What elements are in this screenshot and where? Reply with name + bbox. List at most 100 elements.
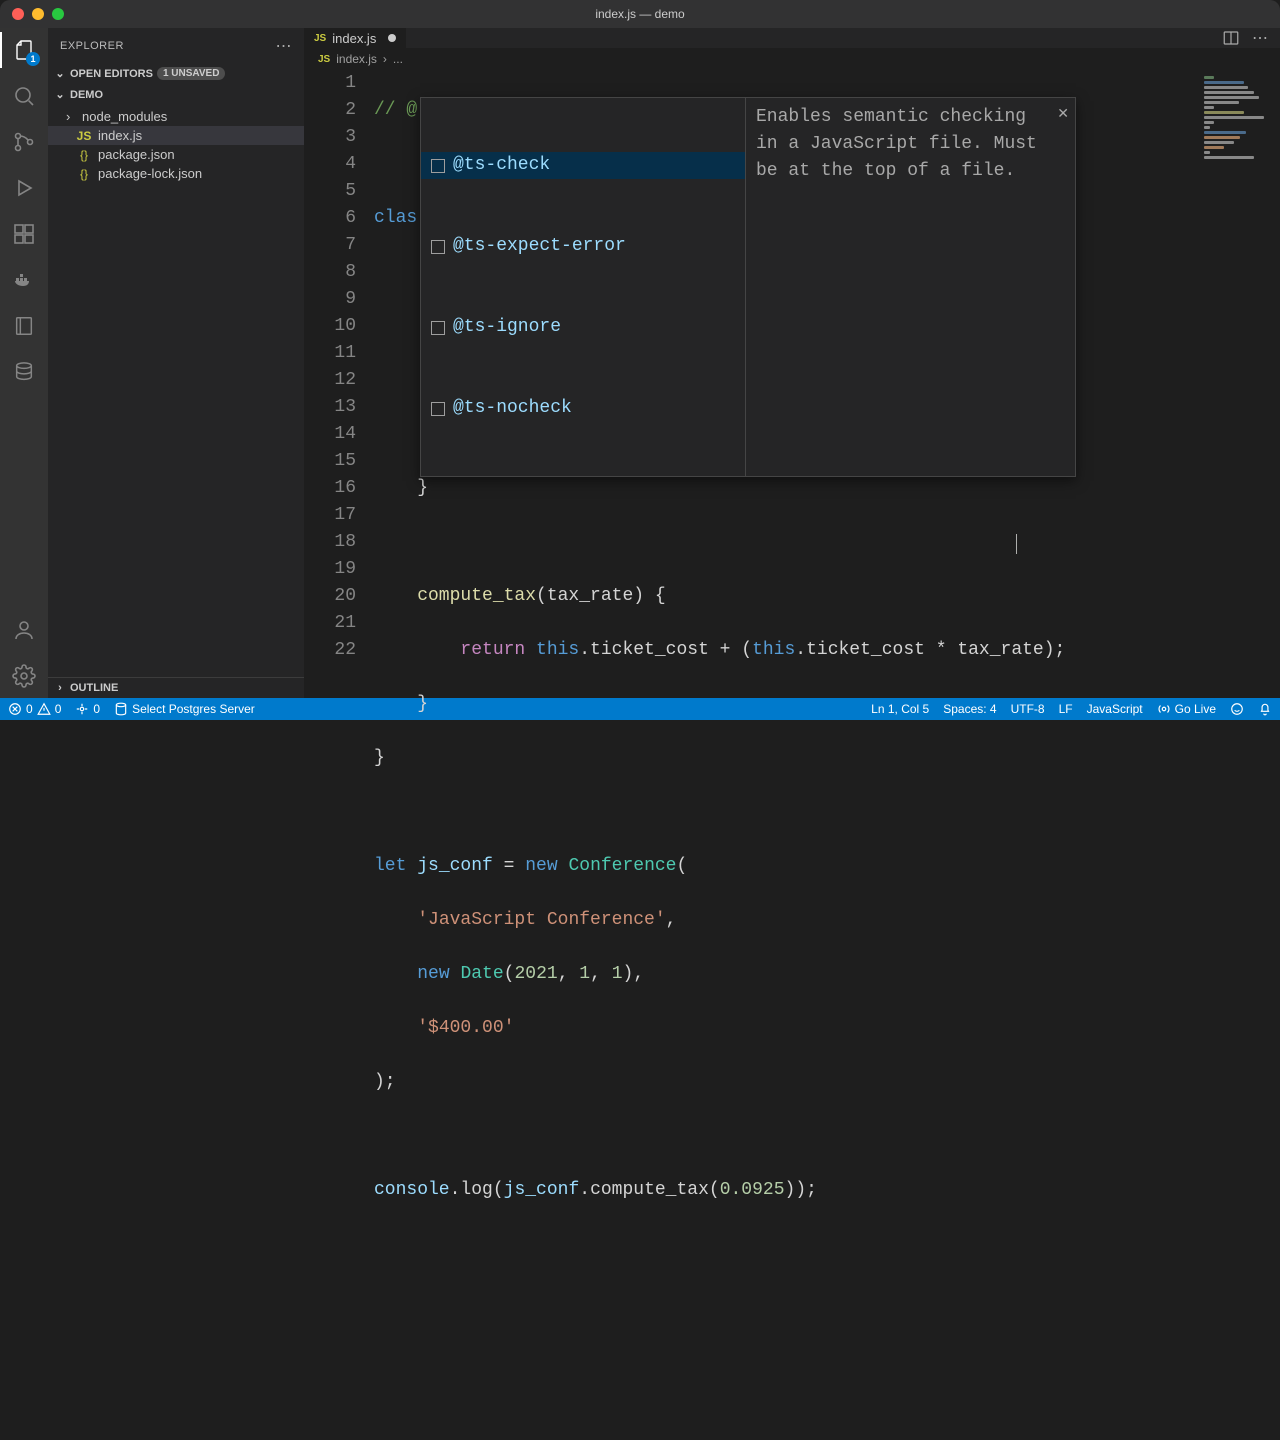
outline-section[interactable]: › OUTLINE <box>48 677 304 698</box>
code-text: .log( <box>450 1180 504 1200</box>
tab-label: index.js <box>332 31 376 46</box>
maximize-window-button[interactable] <box>52 8 64 20</box>
minimap[interactable] <box>1190 70 1280 1440</box>
search-icon[interactable] <box>10 82 38 110</box>
code-text: return <box>374 640 536 660</box>
sidebar-header: EXPLORER ⋯ <box>48 28 304 63</box>
suggest-item-ts-ignore[interactable]: @ts-ignore <box>421 314 745 341</box>
gutter: 12345678910111213141516171819202122 <box>304 70 374 1440</box>
suggest-label: @ts-ignore <box>453 314 561 341</box>
code-text: (tax_rate) { <box>536 586 666 606</box>
code-text: '$400.00' <box>417 1018 514 1038</box>
close-icon[interactable]: ✕ <box>1057 102 1069 129</box>
sidebar-title: EXPLORER <box>60 40 124 52</box>
close-window-button[interactable] <box>12 8 24 20</box>
breadcrumb-rest: ... <box>393 52 403 66</box>
explorer-icon[interactable]: 1 <box>10 36 38 64</box>
outline-label: OUTLINE <box>70 682 118 694</box>
tree-file-package-lock-json[interactable]: {} package-lock.json <box>48 164 304 183</box>
chevron-down-icon: ⌄ <box>54 67 66 80</box>
window-controls <box>0 8 64 20</box>
debug-icon[interactable] <box>10 174 38 202</box>
scm-icon[interactable] <box>10 128 38 156</box>
tree-file-index-js[interactable]: JS index.js <box>48 126 304 145</box>
status-errors: 0 <box>26 702 33 716</box>
tree-item-label: index.js <box>98 128 142 143</box>
status-ports[interactable]: 0 <box>75 702 100 716</box>
minimize-window-button[interactable] <box>32 8 44 20</box>
code-text: compute_tax <box>374 586 536 606</box>
code-text: .ticket_cost * tax_rate); <box>795 640 1065 660</box>
suggest-doc-text: Enables semantic checking in a JavaScrip… <box>756 107 1037 181</box>
split-editor-icon[interactable] <box>1222 29 1240 47</box>
code-text: .compute_tax( <box>579 1180 719 1200</box>
file-tree: › node_modules JS index.js {} package.js… <box>48 105 304 185</box>
code-text <box>374 910 417 930</box>
suggest-item-ts-expect-error[interactable]: @ts-expect-error <box>421 233 745 260</box>
code-text <box>374 964 417 984</box>
activity-bar: 1 <box>0 28 48 698</box>
tree-folder-node-modules[interactable]: › node_modules <box>48 107 304 126</box>
code-text: , <box>558 964 580 984</box>
code-text: new <box>417 964 460 984</box>
code-text: let <box>374 856 417 876</box>
book-icon[interactable] <box>10 312 38 340</box>
tree-item-label: package.json <box>98 147 175 162</box>
unsaved-badge: 1 UNSAVED <box>157 67 226 80</box>
code-text: , <box>666 910 677 930</box>
code-text: ( <box>677 856 688 876</box>
suggest-widget: @ts-check @ts-expect-error @ts-ignore <box>420 97 1076 477</box>
code-text: this <box>752 640 795 660</box>
js-file-icon: JS <box>76 129 92 143</box>
code-text: @ <box>406 100 417 120</box>
code-text: ( <box>504 964 515 984</box>
code-text: Date <box>460 964 503 984</box>
editor-group: JS index.js ⋯ JS index.js › ... 12345678… <box>304 28 1280 698</box>
open-editors-section[interactable]: ⌄ OPEN EDITORS 1 UNSAVED <box>48 63 304 84</box>
suggest-item-ts-check[interactable]: @ts-check <box>421 152 745 179</box>
code-text: } <box>374 694 428 714</box>
code-text: clas <box>374 208 417 228</box>
snippet-icon <box>431 402 445 416</box>
tree-file-package-json[interactable]: {} package.json <box>48 145 304 164</box>
code-editor[interactable]: 12345678910111213141516171819202122 // @… <box>304 70 1280 1440</box>
tree-item-label: package-lock.json <box>98 166 202 181</box>
code-text: Conference <box>568 856 676 876</box>
breadcrumb[interactable]: JS index.js › ... <box>304 48 1280 70</box>
open-editors-label: OPEN EDITORS <box>70 68 153 80</box>
sidebar-more-icon[interactable]: ⋯ <box>276 36 293 56</box>
window-title: index.js — demo <box>595 7 684 21</box>
tab-index-js[interactable]: JS index.js <box>304 28 407 48</box>
code-text: 'JavaScript Conference' <box>417 910 665 930</box>
suggest-item-ts-nocheck[interactable]: @ts-nocheck <box>421 395 745 422</box>
code-text: } <box>374 478 428 498</box>
code-text: 0.0925 <box>720 1180 785 1200</box>
sidebar: EXPLORER ⋯ ⌄ OPEN EDITORS 1 UNSAVED ⌄ DE… <box>48 28 304 698</box>
suggest-list[interactable]: @ts-check @ts-expect-error @ts-ignore <box>420 97 746 477</box>
code-text: )); <box>785 1180 817 1200</box>
code-text <box>374 1018 417 1038</box>
explorer-badge: 1 <box>26 52 40 66</box>
code-text: ), <box>623 964 645 984</box>
suggest-label: @ts-nocheck <box>453 395 572 422</box>
status-problems[interactable]: 0 0 <box>8 702 61 716</box>
snippet-icon <box>431 240 445 254</box>
code-text: // <box>374 100 406 120</box>
snippet-icon <box>431 321 445 335</box>
editor-more-icon[interactable]: ⋯ <box>1252 28 1268 48</box>
status-postgres[interactable]: Select Postgres Server <box>114 702 255 716</box>
docker-icon[interactable] <box>10 266 38 294</box>
code-text: 1 <box>612 964 623 984</box>
chevron-down-icon: ⌄ <box>54 88 66 101</box>
status-postgres-label: Select Postgres Server <box>132 702 255 716</box>
code-text: .ticket_cost + ( <box>579 640 752 660</box>
extensions-icon[interactable] <box>10 220 38 248</box>
status-zero: 0 <box>93 702 100 716</box>
code-content[interactable]: // @ clas this.date = date; this.ticket_… <box>374 70 1280 1440</box>
folder-section[interactable]: ⌄ DEMO <box>48 84 304 105</box>
code-text: 1 <box>579 964 590 984</box>
gear-icon[interactable] <box>10 662 38 690</box>
database-icon[interactable] <box>10 358 38 386</box>
code-text: ); <box>374 1072 396 1092</box>
account-icon[interactable] <box>10 616 38 644</box>
